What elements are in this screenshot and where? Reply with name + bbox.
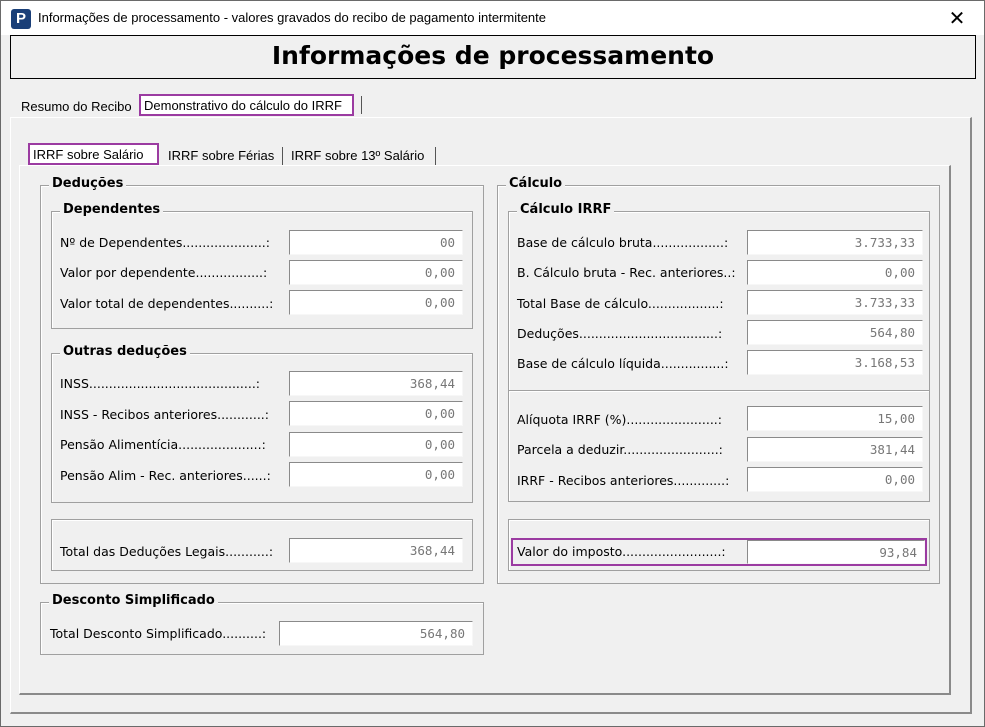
divider (509, 390, 929, 392)
group-title-deducoes: Deduções (49, 176, 127, 191)
tab-irrf-sobre-13-salario[interactable]: IRRF sobre 13º Salário (286, 144, 429, 166)
label-pensao-alim-rec-anteriores: Pensão Alim - Rec. anteriores......: (60, 468, 271, 483)
tab-irrf-sobre-salario[interactable]: IRRF sobre Salário (28, 143, 159, 165)
field-pensao-alim-rec-anteriores[interactable]: 0,00 (289, 462, 463, 487)
field-valor-do-imposto[interactable]: 93,84 (747, 540, 925, 564)
header-banner: Informações de processamento (10, 35, 976, 79)
group-title-calculo: Cálculo (506, 176, 566, 191)
field-parcela-a-deduzir[interactable]: 381,44 (747, 437, 923, 462)
tab-divider (361, 96, 362, 114)
label-inss-recibos-anteriores: INSS - Recibos anteriores............: (60, 407, 269, 422)
dialog-window: P Informações de processamento - valores… (0, 0, 985, 727)
label-valor-total-dependentes: Valor total de dependentes..........: (60, 296, 274, 311)
field-irrf-recibos-anteriores[interactable]: 0,00 (747, 467, 923, 492)
label-pensao-alimenticia: Pensão Alimentícia.....................: (60, 437, 266, 452)
window-title: Informações de processamento - valores g… (38, 10, 547, 25)
title-bar: P Informações de processamento - valores… (1, 1, 984, 35)
app-logo-icon: P (11, 9, 31, 29)
field-valor-total-dependentes[interactable]: 0,00 (289, 290, 463, 315)
field-inss-recibos-anteriores[interactable]: 0,00 (289, 401, 463, 426)
label-valor-por-dependente: Valor por dependente.................: (60, 265, 268, 280)
field-aliquota-irrf[interactable]: 15,00 (747, 406, 923, 431)
label-b-calculo-bruta-rec-anteriores: B. Cálculo bruta - Rec. anteriores..: (517, 265, 736, 280)
label-base-calculo-liquida: Base de cálculo líquida................: (517, 356, 729, 371)
field-pensao-alimenticia[interactable]: 0,00 (289, 432, 463, 457)
group-title-outras-deducoes: Outras deduções (60, 344, 190, 359)
field-base-calculo-bruta[interactable]: 3.733,33 (747, 230, 923, 255)
field-total-deducoes-legais[interactable]: 368,44 (289, 538, 463, 563)
tab-irrf-sobre-ferias[interactable]: IRRF sobre Férias (163, 144, 279, 166)
field-n-dependentes[interactable]: 00 (289, 230, 463, 255)
label-total-desconto-simplificado: Total Desconto Simplificado..........: (50, 626, 267, 641)
label-inss: INSS....................................… (60, 376, 260, 391)
field-valor-por-dependente[interactable]: 0,00 (289, 260, 463, 285)
label-valor-do-imposto: Valor do imposto........................… (517, 544, 726, 559)
group-title-dependentes: Dependentes (60, 202, 164, 217)
label-deducoes: Deduções................................… (517, 326, 723, 341)
field-deducoes[interactable]: 564,80 (747, 320, 923, 345)
tab-resumo-do-recibo[interactable]: Resumo do Recibo (16, 95, 137, 117)
label-total-base-calculo: Total Base de cálculo..................: (517, 296, 724, 311)
group-title-desconto-simplificado: Desconto Simplificado (49, 593, 218, 608)
label-n-dependentes: Nº de Dependentes.....................: (60, 235, 270, 250)
field-total-desconto-simplificado[interactable]: 564,80 (279, 621, 473, 646)
label-parcela-a-deduzir: Parcela a deduzir.......................… (517, 442, 723, 457)
field-b-calculo-bruta-rec-anteriores[interactable]: 0,00 (747, 260, 923, 285)
field-inss[interactable]: 368,44 (289, 371, 463, 396)
page-title: Informações de processamento (271, 41, 715, 70)
label-total-deducoes-legais: Total das Deduções Legais...........: (60, 544, 274, 559)
group-title-calculo-irrf: Cálculo IRRF (517, 202, 615, 217)
tab-divider (435, 147, 436, 165)
close-icon[interactable]: ✕ (946, 7, 968, 29)
field-base-calculo-liquida[interactable]: 3.168,53 (747, 350, 923, 375)
label-irrf-recibos-anteriores: IRRF - Recibos anteriores.............: (517, 473, 730, 488)
label-aliquota-irrf: Alíquota IRRF (%).......................… (517, 412, 722, 427)
field-total-base-calculo[interactable]: 3.733,33 (747, 290, 923, 315)
label-base-calculo-bruta: Base de cálculo bruta..................: (517, 235, 729, 250)
tab-divider (282, 147, 283, 165)
tab-demonstrativo-irrf[interactable]: Demonstrativo do cálculo do IRRF (139, 94, 354, 116)
